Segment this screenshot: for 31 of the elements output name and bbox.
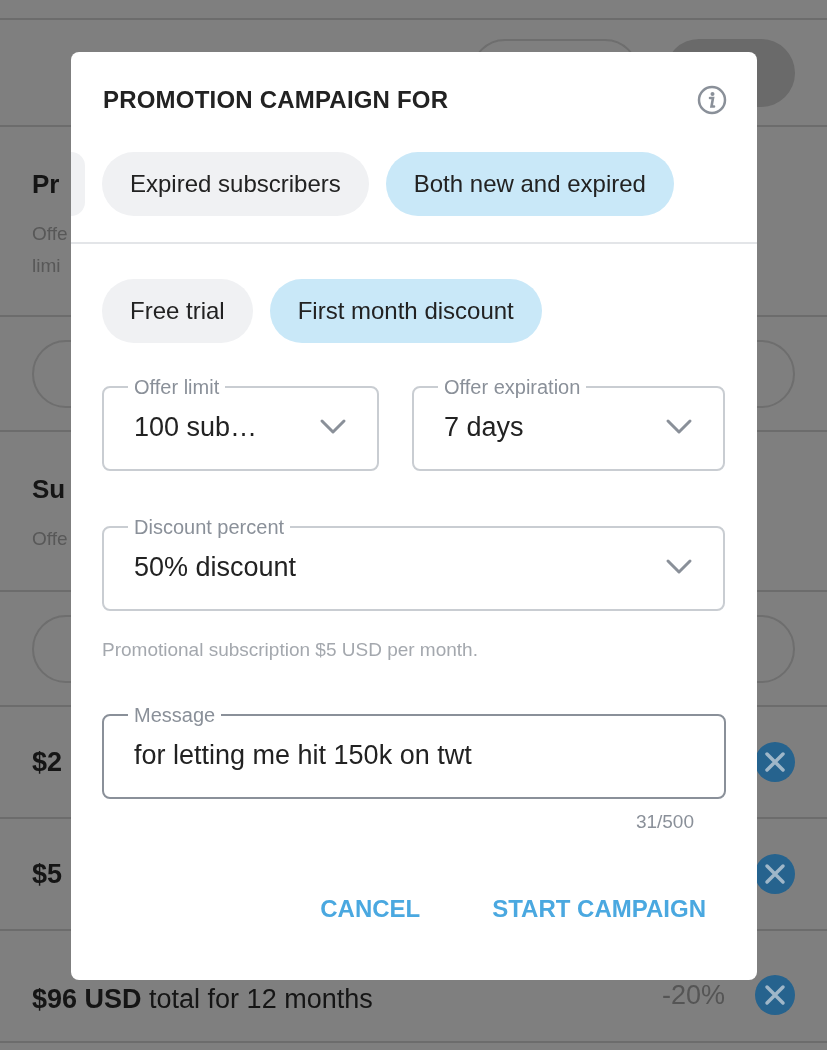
character-counter: 31/500 <box>635 811 694 833</box>
chevron-down-icon <box>665 558 693 576</box>
field-label: Discount percent <box>133 517 286 537</box>
remove-icon[interactable] <box>755 854 795 894</box>
chip-button[interactable]: Expired subscribers <box>102 152 369 216</box>
select-field[interactable]: Offer expiration 7 days <box>412 377 725 471</box>
field-value: 100 sub… <box>134 411 258 443</box>
dialog-title: PROMOTION CAMPAIGN FOR <box>103 86 449 114</box>
field-value: 50% discount <box>134 551 297 583</box>
field-label: Offer limit <box>133 377 221 397</box>
chip-button[interactable]: Both new and expired <box>385 152 674 216</box>
offer-price: $96 USD total for 12 months <box>32 984 373 1015</box>
section-title: Su <box>32 474 66 505</box>
field-value: for letting me hit 150k on twt <box>134 739 472 771</box>
hint-text: Promotional subscription $5 USD per month. <box>101 639 479 661</box>
section-title: Pr <box>32 169 60 200</box>
chip-button[interactable]: First month discount <box>269 279 542 343</box>
field-label: Offer expiration <box>443 377 582 397</box>
message-field[interactable]: Message for letting me hit 150k on twt <box>102 705 726 799</box>
chevron-down-icon <box>319 418 347 436</box>
offer-price: $2 <box>32 746 63 778</box>
field-value: 7 days <box>444 411 524 443</box>
offer-price: $5 <box>32 858 63 890</box>
remove-icon[interactable] <box>755 742 795 782</box>
chip-button[interactable]: Free trial <box>102 279 253 343</box>
select-field[interactable]: Discount percent 50% discount <box>102 517 725 611</box>
remove-icon[interactable] <box>755 975 795 1015</box>
info-icon[interactable] <box>697 85 727 115</box>
chevron-down-icon <box>665 418 693 436</box>
select-field[interactable]: Offer limit 100 sub… <box>102 377 379 471</box>
field-label: Message <box>133 705 217 725</box>
